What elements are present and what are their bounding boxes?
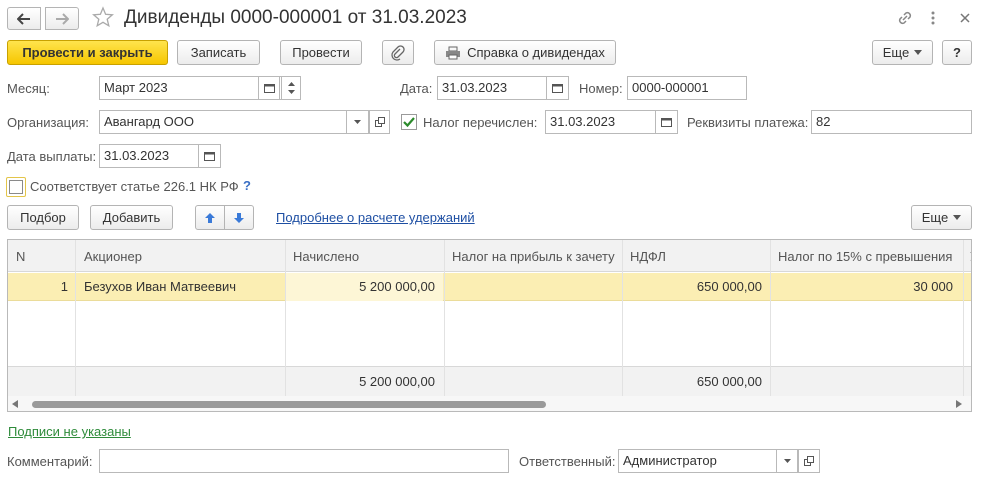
add-button[interactable]: Добавить [90,205,173,230]
number-label: Номер: [579,81,623,96]
responsible-field[interactable]: Администратор [618,449,798,473]
link-icon[interactable] [896,9,914,27]
arrow-down-icon [234,212,244,223]
stepper-up-icon [287,82,295,86]
column-separator [75,240,76,396]
more-button[interactable]: Еще [872,40,933,65]
more-label: Еще [882,45,910,60]
select-button[interactable]: Подбор [7,205,79,230]
month-label: Месяц: [7,81,50,96]
column-header-tax15[interactable]: Налог по 15% с превышения [778,249,954,265]
checkmark-icon [403,117,415,128]
save-button[interactable]: Записать [177,40,260,65]
paperclip-icon [391,44,405,61]
calendar-icon [552,84,563,93]
number-field[interactable]: 0000-000001 [627,76,747,100]
window-title: Дивиденды 0000-000001 от 31.03.2023 [124,7,467,28]
row-tax15: 30 000 [913,279,953,294]
tax-transferred-checkbox[interactable] [401,114,417,130]
totals-row [8,366,971,396]
arrow-left-icon [17,12,30,25]
scrollbar-thumb[interactable] [32,401,546,408]
calendar-icon [263,84,275,93]
column-header-accrued[interactable]: Начислено [293,249,359,265]
scroll-right-icon[interactable] [956,400,962,408]
article-226-help-icon[interactable]: ? [243,178,251,193]
row-accrued: 5 200 000,00 [359,279,435,294]
open-window-icon [804,456,814,466]
column-separator [770,240,771,396]
favorite-star-icon[interactable] [91,6,115,28]
column-header-ndfl[interactable]: НДФЛ [630,249,666,265]
payment-details-label: Реквизиты платежа: [687,115,809,130]
responsible-dropdown-button[interactable] [776,449,798,473]
responsible-label: Ответственный: [519,454,616,469]
row-ndfl: 650 000,00 [696,279,762,294]
month-calendar-button[interactable] [258,76,280,100]
signatures-link[interactable]: Подписи не указаны [8,424,131,439]
dividend-certificate-button[interactable]: Справка о дивидендах [434,40,616,65]
organization-label: Организация: [7,115,90,130]
total-accrued: 5 200 000,00 [359,374,435,389]
dividend-certificate-label: Справка о дивидендах [467,45,605,60]
post-and-close-button[interactable]: Провести и закрыть [7,40,168,65]
column-header-profit-tax[interactable]: Налог на прибыль к зачету [452,249,615,265]
move-down-button[interactable] [224,205,254,230]
row-shareholder: Безухов Иван Матвеевич [84,279,237,294]
payout-date-calendar-button[interactable] [198,144,221,168]
horizontal-scrollbar[interactable] [8,396,971,411]
article-226-checkbox[interactable] [6,177,26,197]
attach-button[interactable] [382,40,414,65]
column-separator [285,240,286,396]
caret-down-icon [783,459,791,463]
table-more-button[interactable]: Еще [911,205,972,230]
post-button[interactable]: Провести [280,40,362,65]
row-n: 1 [60,279,68,294]
comment-field[interactable] [99,449,509,473]
column-header-overflow: У [970,249,971,265]
help-button[interactable]: ? [942,40,972,65]
forward-button[interactable] [45,7,79,30]
arrow-up-icon [205,212,215,223]
column-separator [444,240,445,396]
calendar-icon [204,152,215,161]
stepper-down-icon [287,90,295,94]
date-calendar-button[interactable] [546,76,569,100]
caret-down-icon [953,215,962,220]
month-stepper[interactable] [281,76,301,100]
organization-dropdown-button[interactable] [346,110,369,134]
back-button[interactable] [7,7,41,30]
tax-transferred-label: Налог перечислен: [423,115,538,130]
column-header-shareholder[interactable]: Акционер [84,249,142,265]
tax-transferred-calendar-button[interactable] [655,110,678,134]
payment-details-field[interactable]: 82 [811,110,972,134]
caret-down-icon [354,120,361,124]
scroll-left-icon[interactable] [12,400,18,408]
payout-date-label: Дата выплаты: [7,149,97,164]
column-separator [622,240,623,396]
menu-dots-icon[interactable] [928,9,938,27]
close-icon[interactable] [957,10,973,26]
article-226-checkbox-box [9,180,23,194]
calendar-icon [661,118,672,127]
withholding-details-link[interactable]: Подробнее о расчете удержаний [276,210,475,225]
article-226-label: Соответствует статье 226.1 НК РФ [30,179,239,194]
table-more-label: Еще [921,210,949,225]
date-label: Дата: [400,81,433,96]
open-window-icon [374,117,385,127]
printer-icon [446,46,461,59]
dividends-table[interactable]: N Акционер Начислено Налог на прибыль к … [7,239,972,412]
arrow-right-icon [56,12,69,25]
move-up-button[interactable] [195,205,225,230]
column-separator [963,240,964,396]
column-header-n[interactable]: N [16,249,25,265]
month-field[interactable]: Март 2023 [99,76,282,100]
responsible-open-button[interactable] [798,449,820,473]
comment-label: Комментарий: [7,454,93,469]
caret-down-icon [914,50,923,55]
organization-field[interactable]: Авангард ООО [99,110,369,134]
total-ndfl: 650 000,00 [696,374,762,389]
organization-open-button[interactable] [369,110,390,134]
